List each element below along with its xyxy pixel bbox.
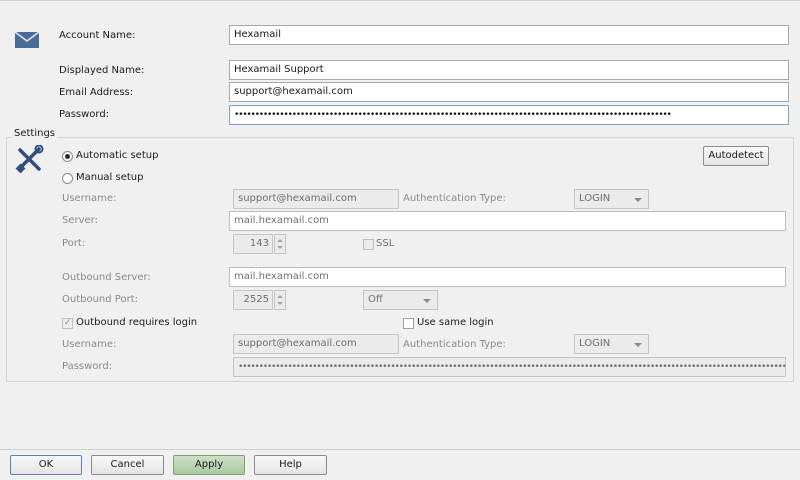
settings-group-title: Settings bbox=[12, 128, 58, 139]
inbound-auth-type-value: LOGIN bbox=[579, 193, 611, 204]
email-address-label: Email Address: bbox=[59, 87, 134, 98]
ssl-checkbox[interactable] bbox=[363, 239, 374, 250]
top-divider bbox=[0, 0, 800, 1]
inbound-username-label: Username: bbox=[62, 193, 117, 204]
automatic-setup-label[interactable]: Automatic setup bbox=[76, 149, 158, 163]
email-address-input[interactable]: support@hexamail.com bbox=[229, 82, 789, 102]
outbound-username-label: Username: bbox=[62, 339, 117, 350]
tools-icon bbox=[15, 145, 44, 173]
inbound-server-input[interactable]: mail.hexamail.com bbox=[229, 211, 786, 231]
manual-setup-radio[interactable] bbox=[62, 173, 73, 184]
ok-button[interactable]: OK bbox=[10, 455, 82, 475]
help-button[interactable]: Help bbox=[254, 455, 327, 475]
outbound-security-select[interactable]: Off bbox=[363, 290, 438, 310]
apply-button[interactable]: Apply bbox=[173, 455, 245, 475]
outbound-username-input[interactable]: support@hexamail.com bbox=[233, 334, 399, 354]
manual-setup-label[interactable]: Manual setup bbox=[76, 171, 144, 185]
inbound-username-input[interactable]: support@hexamail.com bbox=[233, 189, 399, 209]
password-label: Password: bbox=[59, 109, 110, 120]
inbound-auth-type-select[interactable]: LOGIN bbox=[574, 189, 649, 209]
stepper-down-icon bbox=[277, 302, 283, 305]
chevron-down-icon bbox=[423, 299, 431, 303]
inbound-server-label: Server: bbox=[62, 215, 98, 226]
outbound-port-input[interactable]: 2525 bbox=[233, 290, 273, 310]
footer-divider bbox=[0, 449, 800, 450]
use-same-login-checkbox[interactable] bbox=[403, 318, 414, 329]
account-name-input[interactable]: Hexamail bbox=[229, 25, 789, 45]
outbound-password-label: Password: bbox=[62, 361, 113, 372]
outbound-auth-type-value: LOGIN bbox=[579, 338, 611, 349]
chevron-down-icon bbox=[634, 343, 642, 347]
outbound-port-stepper[interactable] bbox=[274, 290, 286, 310]
envelope-icon bbox=[14, 31, 40, 48]
automatic-setup-radio[interactable] bbox=[62, 151, 73, 162]
stepper-up-icon bbox=[277, 239, 283, 242]
account-name-label: Account Name: bbox=[59, 30, 136, 41]
outbound-auth-type-select[interactable]: LOGIN bbox=[574, 334, 649, 354]
outbound-security-value: Off bbox=[368, 294, 383, 305]
outbound-requires-login-checkbox[interactable]: ✓ bbox=[62, 318, 73, 329]
displayed-name-input[interactable]: Hexamail Support bbox=[229, 60, 789, 80]
displayed-name-label: Displayed Name: bbox=[59, 65, 145, 76]
use-same-login-label: Use same login bbox=[417, 317, 494, 328]
inbound-port-label: Port: bbox=[62, 238, 86, 249]
outbound-port-label: Outbound Port: bbox=[62, 294, 138, 305]
password-input[interactable]: ••••••••••••••••••••••••••••••••••••••••… bbox=[229, 105, 789, 125]
inbound-auth-type-label: Authentication Type: bbox=[403, 193, 506, 204]
outbound-server-input[interactable]: mail.hexamail.com bbox=[229, 267, 786, 287]
cancel-button[interactable]: Cancel bbox=[91, 455, 164, 475]
outbound-requires-login-label: Outbound requires login bbox=[76, 317, 198, 328]
stepper-up-icon bbox=[277, 295, 283, 298]
inbound-port-stepper[interactable] bbox=[274, 234, 286, 254]
chevron-down-icon bbox=[634, 198, 642, 202]
outbound-server-label: Outbound Server: bbox=[62, 272, 151, 283]
ssl-label: SSL bbox=[376, 238, 395, 249]
outbound-auth-type-label: Authentication Type: bbox=[403, 339, 506, 350]
stepper-down-icon bbox=[277, 246, 283, 249]
autodetect-button[interactable]: Autodetect bbox=[703, 146, 769, 166]
outbound-password-input[interactable]: ••••••••••••••••••••••••••••••••••••••••… bbox=[233, 357, 786, 377]
inbound-port-input[interactable]: 143 bbox=[233, 234, 273, 254]
